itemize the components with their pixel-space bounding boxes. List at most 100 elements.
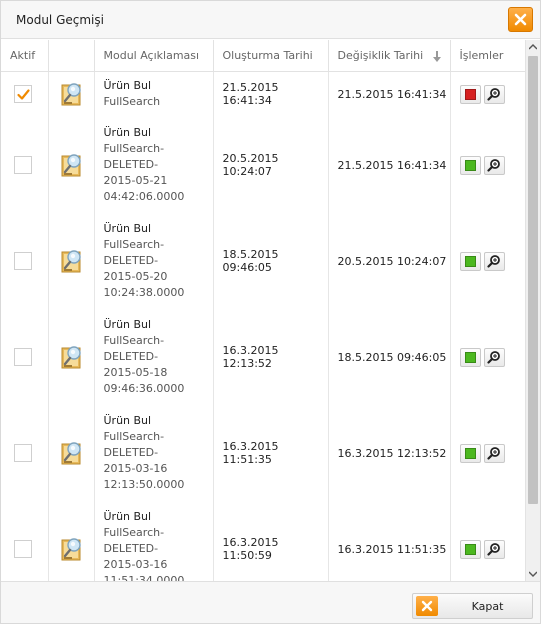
module-description-line: 04:42:06.0000 bbox=[103, 190, 185, 203]
aktif-checkbox[interactable] bbox=[14, 252, 32, 270]
magnifier-icon bbox=[487, 87, 501, 101]
module-description-line: FullSearch- bbox=[103, 142, 165, 155]
column-header-modified-label: Değişiklik Tarihi bbox=[337, 48, 424, 62]
status-square-icon bbox=[464, 159, 476, 171]
column-header-modified[interactable]: Değişiklik Tarihi bbox=[328, 40, 451, 72]
view-detail-button[interactable] bbox=[483, 347, 505, 367]
module-description-line: 2015-05-20 bbox=[103, 270, 168, 283]
table-row[interactable]: Ürün Bul FullSearch- DELETED- 2015-05-18 09… bbox=[1, 309, 525, 405]
aktif-checkbox[interactable] bbox=[14, 85, 32, 104]
aktif-cell bbox=[1, 501, 49, 581]
aktif-checkbox[interactable] bbox=[14, 540, 32, 558]
dialog-titlebar: Modul Geçmişi bbox=[1, 1, 540, 39]
module-search-icon bbox=[58, 344, 94, 370]
column-header-created[interactable]: Oluşturma Tarihi bbox=[213, 40, 329, 72]
status-square-icon bbox=[464, 88, 476, 100]
scroll-down-arrow-icon[interactable] bbox=[526, 567, 540, 581]
module-description-line: DELETED- bbox=[103, 254, 159, 267]
close-x-icon bbox=[514, 13, 527, 26]
vertical-scrollbar[interactable] bbox=[525, 40, 540, 581]
magnifier-icon bbox=[487, 350, 501, 364]
dialog-footer: Kapat bbox=[1, 581, 540, 623]
description-cell: Ürün Bul FullSearch- DELETED- 2015-03-16 12… bbox=[94, 405, 214, 501]
history-grid: Aktif Modul Açıklaması Oluşturma Tarihi … bbox=[1, 40, 540, 581]
view-detail-button[interactable] bbox=[483, 84, 505, 104]
table-row[interactable]: Ürün Bul FullSearch- DELETED- 2015-03-16 12… bbox=[1, 405, 525, 501]
modified-date-cell: 18.5.2015 09:46:05 bbox=[328, 309, 451, 405]
modified-date-cell: 21.5.2015 16:41:34 bbox=[328, 71, 451, 117]
actions-cell bbox=[450, 71, 525, 117]
status-square-icon bbox=[464, 543, 476, 555]
toggle-status-button[interactable] bbox=[459, 539, 481, 559]
module-description-line: 2015-05-21 bbox=[103, 174, 168, 187]
modified-date-cell: 16.3.2015 12:13:52 bbox=[328, 405, 451, 501]
aktif-checkbox[interactable] bbox=[14, 156, 32, 174]
aktif-checkbox[interactable] bbox=[14, 348, 32, 366]
table-row[interactable]: Ürün Bul FullSearch- DELETED- 2015-05-20 10… bbox=[1, 213, 525, 309]
magnifier-icon bbox=[487, 254, 501, 268]
actions-cell bbox=[450, 117, 525, 213]
module-image-cell bbox=[48, 71, 95, 117]
module-search-icon bbox=[58, 440, 94, 466]
kapat-button[interactable]: Kapat bbox=[412, 593, 533, 619]
module-image-cell bbox=[48, 117, 95, 213]
module-image-cell bbox=[48, 213, 95, 309]
module-name: Ürün Bul bbox=[103, 79, 152, 93]
aktif-cell bbox=[1, 405, 49, 501]
scrollbar-thumb[interactable] bbox=[528, 56, 538, 504]
column-header-description[interactable]: Modul Açıklaması bbox=[94, 40, 214, 72]
module-description-line: DELETED- bbox=[103, 542, 159, 555]
module-image-cell bbox=[48, 405, 95, 501]
view-detail-button[interactable] bbox=[483, 251, 505, 271]
aktif-cell bbox=[1, 117, 49, 213]
magnifier-icon bbox=[487, 446, 501, 460]
toggle-status-button[interactable] bbox=[459, 84, 481, 104]
module-description-line: DELETED- bbox=[103, 446, 159, 459]
column-header-actions: İşlemler bbox=[450, 40, 525, 72]
module-search-icon bbox=[58, 152, 94, 178]
aktif-checkbox[interactable] bbox=[14, 444, 32, 462]
description-cell: Ürün Bul FullSearch bbox=[94, 71, 214, 117]
close-x-icon bbox=[416, 596, 438, 616]
module-description-line: FullSearch- bbox=[103, 238, 165, 251]
module-name: Ürün Bul bbox=[103, 126, 152, 139]
modified-date-cell: 21.5.2015 16:41:34 bbox=[328, 117, 451, 213]
kapat-button-label: Kapat bbox=[471, 600, 504, 613]
created-date-cell: 16.3.2015 11:50:59 bbox=[213, 501, 329, 581]
module-description-line: DELETED- bbox=[103, 350, 159, 363]
actions-cell bbox=[450, 405, 525, 501]
view-detail-button[interactable] bbox=[483, 443, 505, 463]
dialog-title: Modul Geçmişi bbox=[16, 13, 104, 27]
dialog-close-button[interactable] bbox=[508, 7, 533, 32]
view-detail-button[interactable] bbox=[483, 539, 505, 559]
modified-date-cell: 20.5.2015 10:24:07 bbox=[328, 213, 451, 309]
status-square-icon bbox=[464, 255, 476, 267]
description-cell: Ürün Bul FullSearch- DELETED- 2015-05-18 09… bbox=[94, 309, 214, 405]
module-image-cell bbox=[48, 501, 95, 581]
actions-cell bbox=[450, 501, 525, 581]
module-name: Ürün Bul bbox=[103, 318, 152, 331]
magnifier-icon bbox=[487, 158, 501, 172]
description-cell: Ürün Bul FullSearch- DELETED- 2015-05-21 04… bbox=[94, 117, 214, 213]
column-header-aktif[interactable]: Aktif bbox=[1, 40, 49, 72]
scroll-up-arrow-icon[interactable] bbox=[526, 40, 540, 54]
magnifier-icon bbox=[487, 542, 501, 556]
module-description-line: 2015-03-16 bbox=[103, 462, 168, 475]
table-row[interactable]: Ürün Bul FullSearch- DELETED- 2015-03-16 11… bbox=[1, 501, 525, 581]
table-header-row: Aktif Modul Açıklaması Oluşturma Tarihi … bbox=[1, 40, 525, 72]
table-row[interactable]: Ürün Bul FullSearch- DELETED- 2015-05-21 04… bbox=[1, 117, 525, 213]
created-date-cell: 21.5.2015 16:41:34 bbox=[213, 71, 329, 117]
created-date-cell: 18.5.2015 09:46:05 bbox=[213, 213, 329, 309]
module-search-icon bbox=[58, 248, 94, 274]
module-description-line: 09:46:36.0000 bbox=[103, 382, 185, 395]
modified-date-cell: 16.3.2015 11:51:35 bbox=[328, 501, 451, 581]
toggle-status-button[interactable] bbox=[459, 155, 481, 175]
toggle-status-button[interactable] bbox=[459, 443, 481, 463]
history-table: Aktif Modul Açıklaması Oluşturma Tarihi … bbox=[1, 40, 525, 581]
aktif-cell bbox=[1, 71, 49, 117]
toggle-status-button[interactable] bbox=[459, 251, 481, 271]
toggle-status-button[interactable] bbox=[459, 347, 481, 367]
view-detail-button[interactable] bbox=[483, 155, 505, 175]
module-description-line: FullSearch- bbox=[103, 526, 165, 539]
table-row[interactable]: Ürün Bul FullSearch 21.5.2015 16:41:34 2… bbox=[1, 71, 525, 117]
